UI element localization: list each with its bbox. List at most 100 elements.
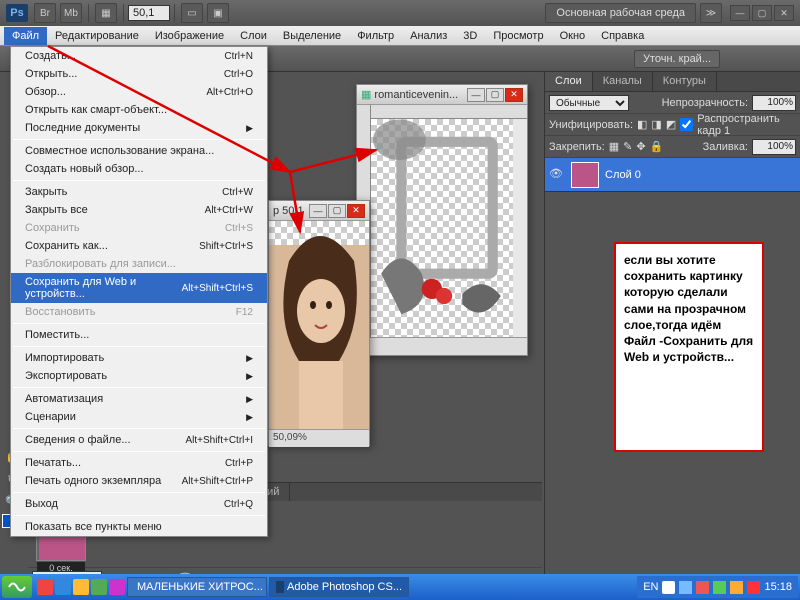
file-menu-item[interactable]: Сценарии▶ <box>11 408 267 426</box>
file-menu-item[interactable]: Автоматизация▶ <box>11 390 267 408</box>
file-menu-item[interactable]: Печать одного экземпляраAlt+Shift+Ctrl+P <box>11 472 267 490</box>
file-menu-item: ВосстановитьF12 <box>11 303 267 321</box>
file-menu-item[interactable]: Печатать...Ctrl+P <box>11 454 267 472</box>
file-menu-item[interactable]: Открыть...Ctrl+O <box>11 65 267 83</box>
layer-name: Слой 0 <box>605 169 641 181</box>
menubar: Файл Редактирование Изображение Слои Выд… <box>0 26 800 46</box>
file-menu-item[interactable]: Совместное использование экрана... <box>11 142 267 160</box>
lock-trans-icon[interactable]: ▦ <box>609 140 619 153</box>
file-menu-item[interactable]: Создать...Ctrl+N <box>11 47 267 65</box>
doc2-close-icon[interactable]: ✕ <box>347 204 365 218</box>
lock-all-icon[interactable]: 🔒 <box>650 140 664 153</box>
file-menu-item[interactable]: Последние документы▶ <box>11 119 267 137</box>
refine-edge-button[interactable]: Уточн. край... <box>634 50 720 68</box>
file-menu-item[interactable]: Показать все пункты меню <box>11 518 267 536</box>
lock-move-icon[interactable]: ✥ <box>636 140 645 153</box>
fill-label: Заливка: <box>703 141 748 153</box>
arrange-icon[interactable]: ▭ <box>181 3 203 23</box>
menu-edit[interactable]: Редактирование <box>47 27 147 45</box>
menu-window[interactable]: Окно <box>552 27 594 45</box>
lock-label: Закрепить: <box>549 141 605 153</box>
expand-icon[interactable]: ≫ <box>700 3 722 23</box>
ruler-horizontal <box>371 105 527 119</box>
document-window-frame[interactable]: ▦ romanticevenin... — ▢ ✕ <box>356 84 528 356</box>
tray-icon-2[interactable] <box>679 581 692 594</box>
maximize-icon[interactable]: ▢ <box>752 5 772 21</box>
file-menu-item[interactable]: ВыходCtrl+Q <box>11 495 267 513</box>
file-menu-item[interactable]: Закрыть всеAlt+Ctrl+W <box>11 201 267 219</box>
clock[interactable]: 15:18 <box>764 581 792 593</box>
bridge-icon[interactable]: Br <box>34 3 56 23</box>
doc2-maximize-icon[interactable]: ▢ <box>328 204 346 218</box>
photo-graphic <box>269 221 369 429</box>
ps-logo-icon: Ps <box>6 4 28 22</box>
menu-layers[interactable]: Слои <box>232 27 275 45</box>
tray-umbrella-icon[interactable] <box>747 581 760 594</box>
app-titlebar: Ps Br Mb ▦ ▭ ▣ Основная рабочая среда ≫ … <box>0 0 800 26</box>
layer-row[interactable]: 👁 Слой 0 <box>545 158 800 192</box>
file-menu-item[interactable]: Сведения о файле...Alt+Shift+Ctrl+I <box>11 431 267 449</box>
document-window-photo[interactable]: p 50,1 — ▢ ✕ 50,09% <box>268 200 370 446</box>
tab-layers[interactable]: Слои <box>545 72 593 91</box>
propagate-checkbox[interactable] <box>680 118 693 131</box>
blend-mode-select[interactable]: Обычные <box>549 95 629 111</box>
tray-icon-5[interactable] <box>730 581 743 594</box>
tray-icon-1[interactable] <box>662 581 675 594</box>
doc2-minimize-icon[interactable]: — <box>309 204 327 218</box>
close-icon[interactable]: ✕ <box>774 5 794 21</box>
doc1-minimize-icon[interactable]: — <box>467 88 485 102</box>
ql-app2-icon[interactable] <box>109 579 125 595</box>
doc1-maximize-icon[interactable]: ▢ <box>486 88 504 102</box>
ql-ie-icon[interactable] <box>55 579 71 595</box>
fill-field[interactable] <box>752 139 796 155</box>
file-menu-item: Разблокировать для записи... <box>11 255 267 273</box>
instruction-note: если вы хотите сохранить картинку котору… <box>614 242 764 452</box>
doc1-close-icon[interactable]: ✕ <box>505 88 523 102</box>
tab-paths[interactable]: Контуры <box>653 72 717 91</box>
opacity-label: Непрозрачность: <box>662 97 748 109</box>
doc2-status: 50,09% <box>269 429 369 447</box>
menu-3d[interactable]: 3D <box>455 27 485 45</box>
lock-paint-icon[interactable]: ✎ <box>623 140 632 153</box>
file-menu-item[interactable]: Сохранить для Web и устройств...Alt+Shif… <box>11 273 267 303</box>
view-icon[interactable]: ▦ <box>95 3 117 23</box>
doc-ps-icon: ▦ <box>361 88 371 101</box>
ql-opera-icon[interactable] <box>37 579 53 595</box>
unify-style-icon[interactable]: ◩ <box>666 118 676 131</box>
menu-select[interactable]: Выделение <box>275 27 349 45</box>
unify-pos-icon[interactable]: ◧ <box>637 118 647 131</box>
workspace-button[interactable]: Основная рабочая среда <box>545 3 696 23</box>
unify-vis-icon[interactable]: ◨ <box>651 118 661 131</box>
file-menu-item[interactable]: Сохранить как...Shift+Ctrl+S <box>11 237 267 255</box>
tray-icon-4[interactable] <box>713 581 726 594</box>
screen-mode-icon[interactable]: ▣ <box>207 3 229 23</box>
menu-file[interactable]: Файл <box>4 27 47 45</box>
file-menu-item[interactable]: Создать новый обзор... <box>11 160 267 178</box>
layer-thumbnail[interactable] <box>571 162 599 188</box>
file-menu-item[interactable]: Экспортировать▶ <box>11 367 267 385</box>
lang-indicator[interactable]: EN <box>643 581 658 593</box>
file-menu-item[interactable]: Обзор...Alt+Ctrl+O <box>11 83 267 101</box>
task-browser[interactable]: МАЛЕНЬКИЕ ХИТРОС... <box>127 577 267 597</box>
unify-label: Унифицировать: <box>549 119 633 131</box>
menu-view[interactable]: Просмотр <box>485 27 551 45</box>
start-button[interactable] <box>2 576 32 598</box>
file-menu-item[interactable]: Импортировать▶ <box>11 349 267 367</box>
menu-analysis[interactable]: Анализ <box>402 27 455 45</box>
file-menu-item[interactable]: ЗакрытьCtrl+W <box>11 183 267 201</box>
menu-filter[interactable]: Фильтр <box>349 27 402 45</box>
zoom-field[interactable] <box>128 5 170 21</box>
task-photoshop[interactable]: Adobe Photoshop CS... <box>269 577 409 597</box>
menu-help[interactable]: Справка <box>593 27 652 45</box>
ql-folder-icon[interactable] <box>73 579 89 595</box>
opacity-field[interactable] <box>752 95 796 111</box>
visibility-eye-icon[interactable]: 👁 <box>549 167 565 183</box>
tray-icon-3[interactable] <box>696 581 709 594</box>
minimize-icon[interactable]: — <box>730 5 750 21</box>
menu-image[interactable]: Изображение <box>147 27 232 45</box>
file-menu-item[interactable]: Поместить... <box>11 326 267 344</box>
mini-bridge-icon[interactable]: Mb <box>60 3 82 23</box>
file-menu-item[interactable]: Открыть как смарт-объект... <box>11 101 267 119</box>
tab-channels[interactable]: Каналы <box>593 72 653 91</box>
ql-app-icon[interactable] <box>91 579 107 595</box>
